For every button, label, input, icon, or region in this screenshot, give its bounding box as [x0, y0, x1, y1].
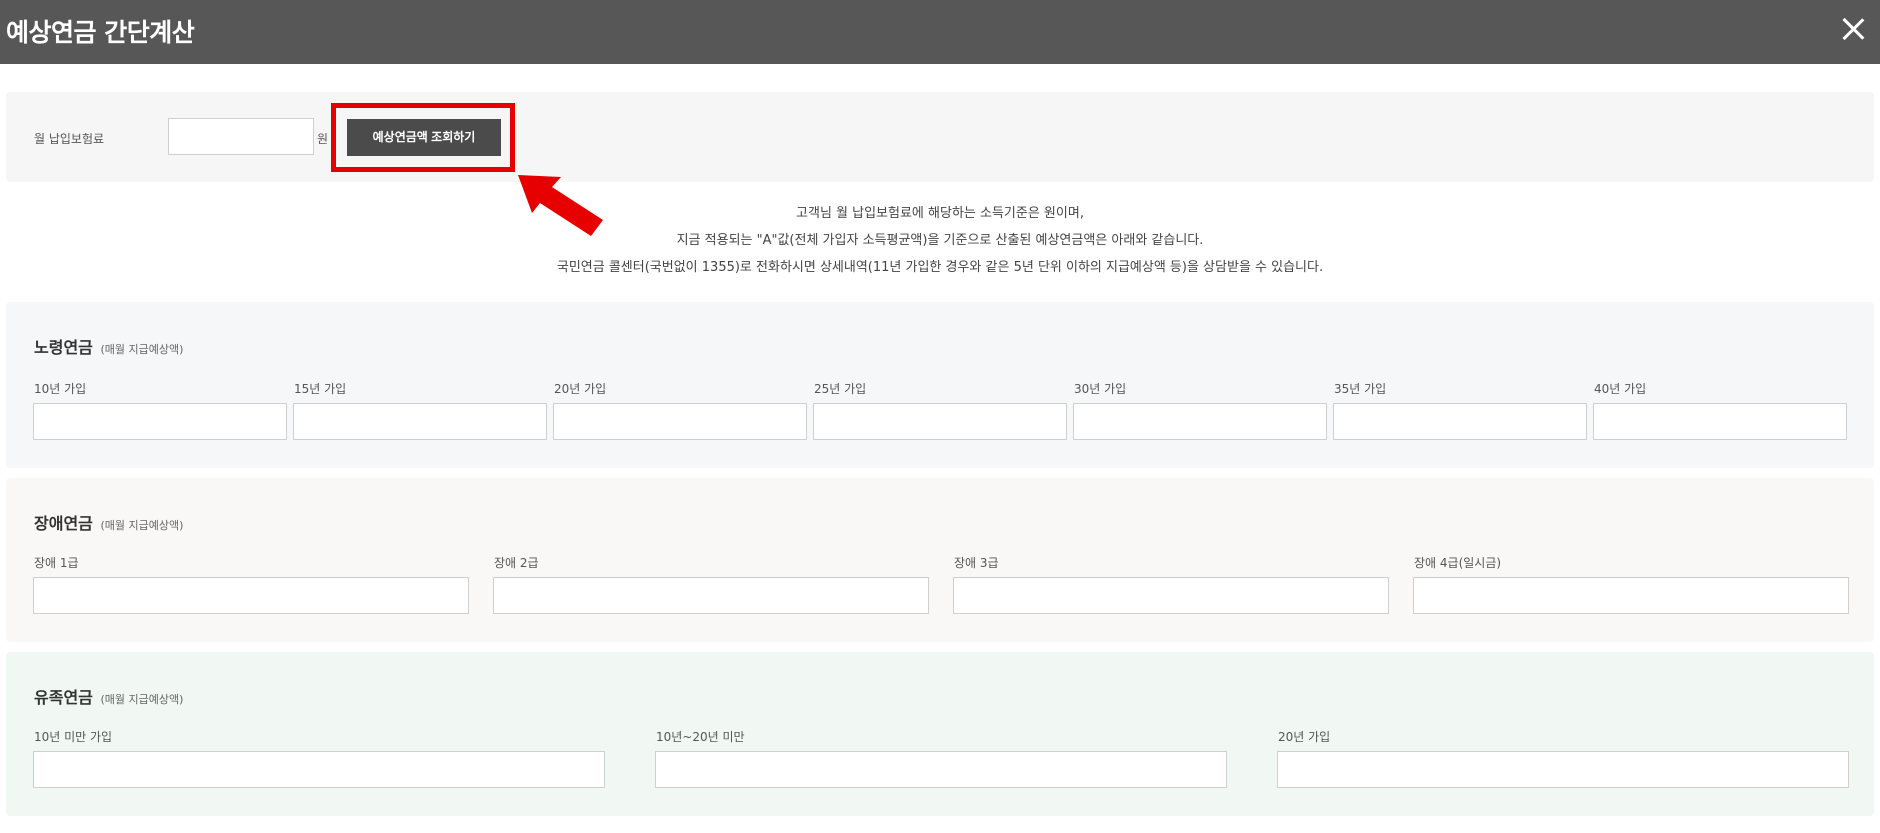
section-title: 노령연금 (매월 지급예상액) [34, 338, 184, 357]
window-title: 예상연금 간단계산 [6, 18, 195, 47]
disability-grade2-field[interactable] [493, 577, 929, 614]
old-age-15y-field[interactable] [293, 403, 547, 440]
notice-line: 국민연금 콜센터(국번없이 1355)로 전화하시면 상세내역(11년 가입한 … [556, 260, 1324, 275]
survivor-under10y-field[interactable] [33, 751, 605, 788]
notice-line: 지금 적용되는 "A"값(전체 가입자 소득평균액)을 기준으로 산출된 예상연… [676, 233, 1204, 248]
premium-label: 월 납입보험료 [34, 132, 105, 146]
field-label: 10년 가입 [34, 382, 87, 396]
old-age-10y-field[interactable] [33, 403, 287, 440]
field-label: 장애 3급 [954, 556, 999, 570]
section-title: 장애연금 (매월 지급예상액) [34, 514, 184, 533]
unit-label: 원 [317, 132, 329, 146]
field-label: 장애 4급(일시금) [1414, 556, 1502, 570]
field-label: 20년 가입 [554, 382, 607, 396]
field-label: 장애 2급 [494, 556, 539, 570]
disability-pension-section: 장애연금 (매월 지급예상액) 장애 1급 장애 2급 장애 3급 장애 4급(… [6, 478, 1874, 642]
close-icon[interactable] [1838, 14, 1868, 44]
survivor-pension-section: 유족연금 (매월 지급예상액) 10년 미만 가입 10년~20년 미만 20년… [6, 652, 1874, 816]
section-title: 유족연금 (매월 지급예상액) [34, 688, 184, 707]
old-age-30y-field[interactable] [1073, 403, 1327, 440]
field-label: 25년 가입 [814, 382, 867, 396]
field-label: 20년 가입 [1278, 730, 1331, 744]
old-age-40y-field[interactable] [1593, 403, 1847, 440]
field-label: 30년 가입 [1074, 382, 1127, 396]
field-label: 10년~20년 미만 [656, 730, 745, 744]
old-age-pension-section: 노령연금 (매월 지급예상액) 10년 가입 15년 가입 20년 가입 25년… [6, 302, 1874, 468]
query-panel: 월 납입보험료 원 예상연금액 조회하기 [6, 92, 1874, 182]
survivor-10to20y-field[interactable] [655, 751, 1227, 788]
disability-grade4-field[interactable] [1413, 577, 1849, 614]
premium-input[interactable] [168, 118, 314, 155]
field-label: 장애 1급 [34, 556, 79, 570]
old-age-35y-field[interactable] [1333, 403, 1587, 440]
highlight-box [331, 103, 515, 172]
title-bar: 예상연금 간단계산 [0, 0, 1880, 64]
field-label: 15년 가입 [294, 382, 347, 396]
field-label: 40년 가입 [1594, 382, 1647, 396]
field-label: 35년 가입 [1334, 382, 1387, 396]
notice-line: 고객님 월 납입보험료에 해당하는 소득기준은 원이며, [796, 206, 1084, 221]
old-age-25y-field[interactable] [813, 403, 1067, 440]
notice-text: 고객님 월 납입보험료에 해당하는 소득기준은 원이며, 지금 적용되는 "A"… [0, 200, 1880, 281]
survivor-20y-field[interactable] [1277, 751, 1849, 788]
old-age-20y-field[interactable] [553, 403, 807, 440]
field-label: 10년 미만 가입 [34, 730, 113, 744]
disability-grade3-field[interactable] [953, 577, 1389, 614]
disability-grade1-field[interactable] [33, 577, 469, 614]
